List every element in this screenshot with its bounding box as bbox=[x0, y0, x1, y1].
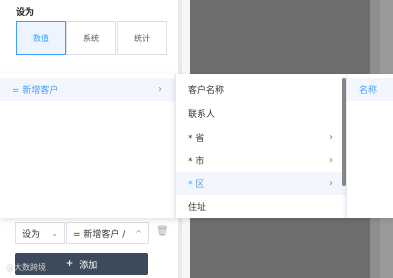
cascader-option-new-customer[interactable]: = 新增客户 › bbox=[0, 78, 175, 101]
trash-icon[interactable]: 🗑 bbox=[156, 226, 169, 237]
plus-icon: + bbox=[65, 259, 74, 269]
cascader-option-district[interactable]: * 区 › bbox=[176, 172, 346, 195]
option-label: 名称 bbox=[359, 86, 378, 96]
chevron-up-icon: ^ bbox=[135, 228, 142, 238]
segment-statistics[interactable]: 统计 bbox=[117, 21, 167, 55]
field-path-select[interactable]: = 新增客户 / ^ bbox=[66, 222, 149, 244]
set-as-select[interactable]: 设为 ⌄ bbox=[15, 222, 65, 244]
cascader-option-province[interactable]: * 省 › bbox=[176, 126, 346, 149]
option-label: * 市 bbox=[188, 157, 205, 167]
option-label: * 区 bbox=[188, 180, 205, 190]
cascader-option-city[interactable]: * 市 › bbox=[176, 149, 346, 172]
segment-system[interactable]: 系统 bbox=[66, 21, 116, 55]
chevron-right-icon: › bbox=[329, 155, 333, 166]
cascader-dropdown: = 新增客户 › 客户名称 联系人 * 省 › * 市 › * 区 › 住址 名… bbox=[0, 74, 393, 218]
option-label: = 新增客户 bbox=[12, 86, 59, 96]
option-label: 住址 bbox=[188, 203, 207, 213]
option-label: 联系人 bbox=[188, 110, 216, 120]
chevron-right-icon: › bbox=[329, 132, 333, 143]
cascader-column-1: = 新增客户 › bbox=[0, 74, 175, 218]
cascader-column-3: 名称 bbox=[346, 74, 393, 218]
chevron-right-icon: › bbox=[329, 178, 333, 189]
cascader-option-contact[interactable]: 联系人 bbox=[176, 102, 346, 125]
chevron-down-icon: ⌄ bbox=[51, 228, 58, 238]
chevron-right-icon: › bbox=[158, 84, 162, 95]
set-as-select-value: 设为 bbox=[22, 229, 41, 240]
cascader-option-customer-name[interactable]: 客户名称 bbox=[176, 78, 346, 101]
cascader-column-2: 客户名称 联系人 * 省 › * 市 › * 区 › 住址 bbox=[175, 74, 346, 218]
watermark: @大数跨境 bbox=[6, 263, 46, 272]
segment-value[interactable]: 数值 bbox=[16, 21, 66, 55]
option-label: 客户名称 bbox=[188, 86, 225, 96]
cascader-option-address[interactable]: 住址 bbox=[176, 195, 346, 218]
set-as-label: 设为 bbox=[16, 8, 35, 18]
option-label: * 省 bbox=[188, 134, 205, 144]
cascader-option-name[interactable]: 名称 bbox=[347, 78, 393, 101]
add-button-label: 添加 bbox=[79, 260, 98, 271]
field-path-value: = 新增客户 / bbox=[73, 229, 126, 240]
